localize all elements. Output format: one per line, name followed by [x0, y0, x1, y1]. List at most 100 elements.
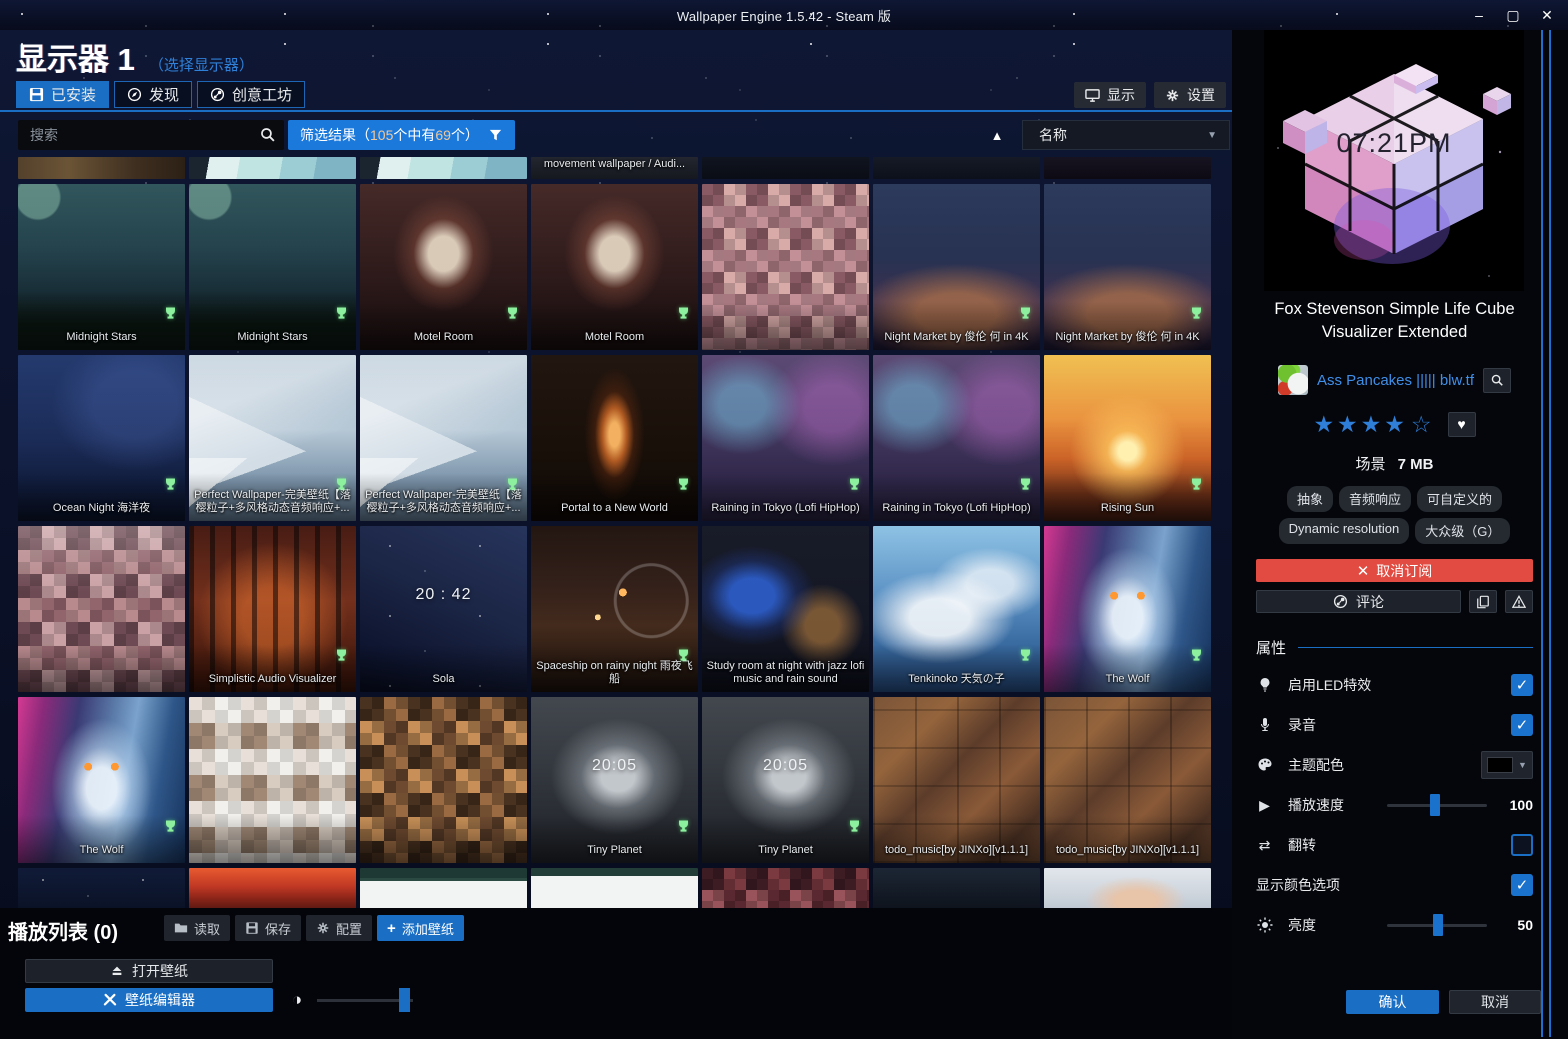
settings-button[interactable]: 设置: [1154, 82, 1226, 108]
wallpaper-tile[interactable]: todo_music[by JINXo][v1.1.1]: [1044, 697, 1211, 863]
select-monitor-link[interactable]: （选择显示器）: [149, 54, 254, 75]
maximize-button[interactable]: ▢: [1498, 3, 1528, 27]
confirm-button[interactable]: 确认: [1346, 990, 1439, 1014]
wallpaper-editor-button[interactable]: 壁纸编辑器: [25, 988, 273, 1012]
panel-scrollbar[interactable]: [1541, 30, 1543, 1037]
wallpaper-tile[interactable]: The Wolf: [1044, 526, 1211, 692]
wallpaper-tile[interactable]: 20:05Tiny Planet: [702, 697, 869, 863]
wallpaper-tile[interactable]: [702, 868, 869, 909]
playlist-load-button[interactable]: 读取: [164, 915, 230, 941]
report-button[interactable]: [1505, 590, 1533, 613]
wallpaper-tile[interactable]: Portal to a New World: [531, 355, 698, 521]
tools-icon: [103, 993, 117, 1007]
display-button[interactable]: 显示: [1074, 82, 1146, 108]
compass-icon: [127, 87, 142, 102]
rating-stars[interactable]: ★★★★ ☆ ♥: [1256, 411, 1533, 437]
wallpaper-tile[interactable]: [873, 157, 1040, 179]
wallpaper-tile[interactable]: Perfect Wallpaper-完美壁纸【落樱粒子+多风格动态音频响应+..…: [189, 355, 356, 521]
show-color-options-checkbox[interactable]: ✓: [1511, 874, 1533, 896]
wallpaper-tile[interactable]: movement wallpaper / Audi...: [531, 157, 698, 179]
wallpaper-tile[interactable]: todo_music[by JINXo][v1.1.1]: [873, 697, 1040, 863]
search-box[interactable]: [18, 120, 284, 150]
wallpaper-tile[interactable]: Midnight Stars: [18, 184, 185, 350]
divider: [0, 110, 1232, 112]
wallpaper-tile[interactable]: [702, 184, 869, 350]
wallpaper-tile[interactable]: [189, 157, 356, 179]
wallpaper-tile[interactable]: [189, 868, 356, 909]
copy-button[interactable]: [1469, 590, 1497, 613]
wallpaper-tile[interactable]: [360, 157, 527, 179]
titlebar[interactable]: Wallpaper Engine 1.5.42 - Steam 版 – ▢ ✕: [0, 0, 1568, 30]
slider-thumb[interactable]: [1433, 914, 1443, 936]
wallpaper-tile[interactable]: [18, 868, 185, 909]
slider-thumb[interactable]: [1430, 794, 1440, 816]
cube-visualizer-art: [1264, 30, 1524, 291]
comment-label: 评论: [1356, 592, 1384, 612]
wallpaper-title: Perfect Wallpaper-完美壁纸【落樱粒子+多风格动态音频响应+..…: [193, 489, 352, 515]
tab-workshop[interactable]: 创意工坊: [197, 81, 305, 108]
open-wallpaper-button[interactable]: 打开壁纸: [25, 959, 273, 983]
recording-checkbox[interactable]: ✓: [1511, 714, 1533, 736]
wallpaper-tile[interactable]: Night Market by 俊伦 何 in 4K: [873, 184, 1040, 350]
sort-select[interactable]: 名称 ▼: [1022, 120, 1230, 150]
favorite-button[interactable]: ♥: [1448, 412, 1476, 437]
playlist-save-button[interactable]: 保存: [235, 915, 301, 941]
tab-installed[interactable]: 已安装: [16, 81, 109, 108]
close-button[interactable]: ✕: [1532, 3, 1562, 27]
wallpaper-tile[interactable]: Night Market by 俊伦 何 in 4K: [1044, 184, 1211, 350]
wallpaper-tile[interactable]: Simplistic Audio Visualizer: [189, 526, 356, 692]
sort-direction-button[interactable]: ▲: [984, 122, 1010, 148]
wallpaper-tile[interactable]: [18, 526, 185, 692]
wallpaper-tile[interactable]: Ocean Night 海洋夜: [18, 355, 185, 521]
gear-icon: [1165, 88, 1180, 103]
wallpaper-tile[interactable]: Tenkinoko 天気の子: [873, 526, 1040, 692]
add-wallpaper-button[interactable]: + 添加壁纸: [377, 915, 464, 941]
cancel-button[interactable]: 取消: [1449, 990, 1541, 1014]
wallpaper-title: todo_music[by JINXo][v1.1.1]: [877, 844, 1036, 857]
playlist-configure-button[interactable]: 配置: [306, 915, 372, 941]
minimize-button[interactable]: –: [1464, 3, 1494, 27]
search-input[interactable]: [18, 120, 284, 150]
wallpaper-tile[interactable]: Midnight Stars: [189, 184, 356, 350]
slider-thumb[interactable]: [399, 988, 410, 1012]
thumbnail-clock: 20 : 42: [360, 586, 527, 604]
comment-button[interactable]: 评论: [1256, 590, 1461, 613]
unsubscribe-button[interactable]: ✕ 取消订阅: [1256, 559, 1533, 582]
author-search-button[interactable]: [1483, 368, 1511, 393]
wallpaper-tile[interactable]: Spaceship on rainy night 雨夜飞船: [531, 526, 698, 692]
flip-checkbox[interactable]: ✓: [1511, 834, 1533, 856]
wallpaper-tile[interactable]: [873, 868, 1040, 909]
monitor-icon: [1085, 88, 1100, 103]
wallpaper-title: Night Market by 俊伦 何 in 4K: [877, 331, 1036, 344]
theme-color-select[interactable]: ▼: [1481, 751, 1533, 779]
wallpaper-tile[interactable]: [360, 868, 527, 909]
wallpaper-tile[interactable]: The Wolf: [18, 697, 185, 863]
wallpaper-tile[interactable]: [189, 697, 356, 863]
wallpaper-tile[interactable]: 20:05Tiny Planet: [531, 697, 698, 863]
preview-size-slider[interactable]: [317, 988, 413, 1012]
playback-speed-slider[interactable]: [1387, 794, 1487, 816]
wallpaper-tile[interactable]: [1044, 157, 1211, 179]
wallpaper-tile[interactable]: Rising Sun: [1044, 355, 1211, 521]
author-avatar[interactable]: [1278, 365, 1308, 395]
tab-discover[interactable]: 发现: [114, 81, 192, 108]
wallpaper-tile[interactable]: [702, 157, 869, 179]
tag-rating-g: 大众级（G）: [1415, 518, 1510, 544]
wallpaper-tile[interactable]: Motel Room: [531, 184, 698, 350]
preview-clock-text: 07:21PM: [1264, 128, 1524, 159]
author-link[interactable]: Ass Pancakes ||||| blw.tf: [1317, 372, 1474, 389]
wallpaper-tile[interactable]: Perfect Wallpaper-完美壁纸【落樱粒子+多风格动态音频响应+..…: [360, 355, 527, 521]
wallpaper-tile[interactable]: [18, 157, 185, 179]
wallpaper-tile[interactable]: [531, 868, 698, 909]
wallpaper-tile[interactable]: Motel Room: [360, 184, 527, 350]
wallpaper-tile[interactable]: Raining in Tokyo (Lofi HipHop): [873, 355, 1040, 521]
filter-results-button[interactable]: 筛选结果 （105 个中有 69 个）: [288, 120, 515, 150]
wallpaper-title: Tiny Planet: [535, 844, 694, 857]
brightness-slider[interactable]: [1387, 914, 1487, 936]
wallpaper-tile[interactable]: [1044, 868, 1211, 909]
wallpaper-tile[interactable]: 20 : 42Sola: [360, 526, 527, 692]
wallpaper-tile[interactable]: Raining in Tokyo (Lofi HipHop): [702, 355, 869, 521]
wallpaper-tile[interactable]: Study room at night with jazz lofi music…: [702, 526, 869, 692]
wallpaper-tile[interactable]: [360, 697, 527, 863]
led-checkbox[interactable]: ✓: [1511, 674, 1533, 696]
